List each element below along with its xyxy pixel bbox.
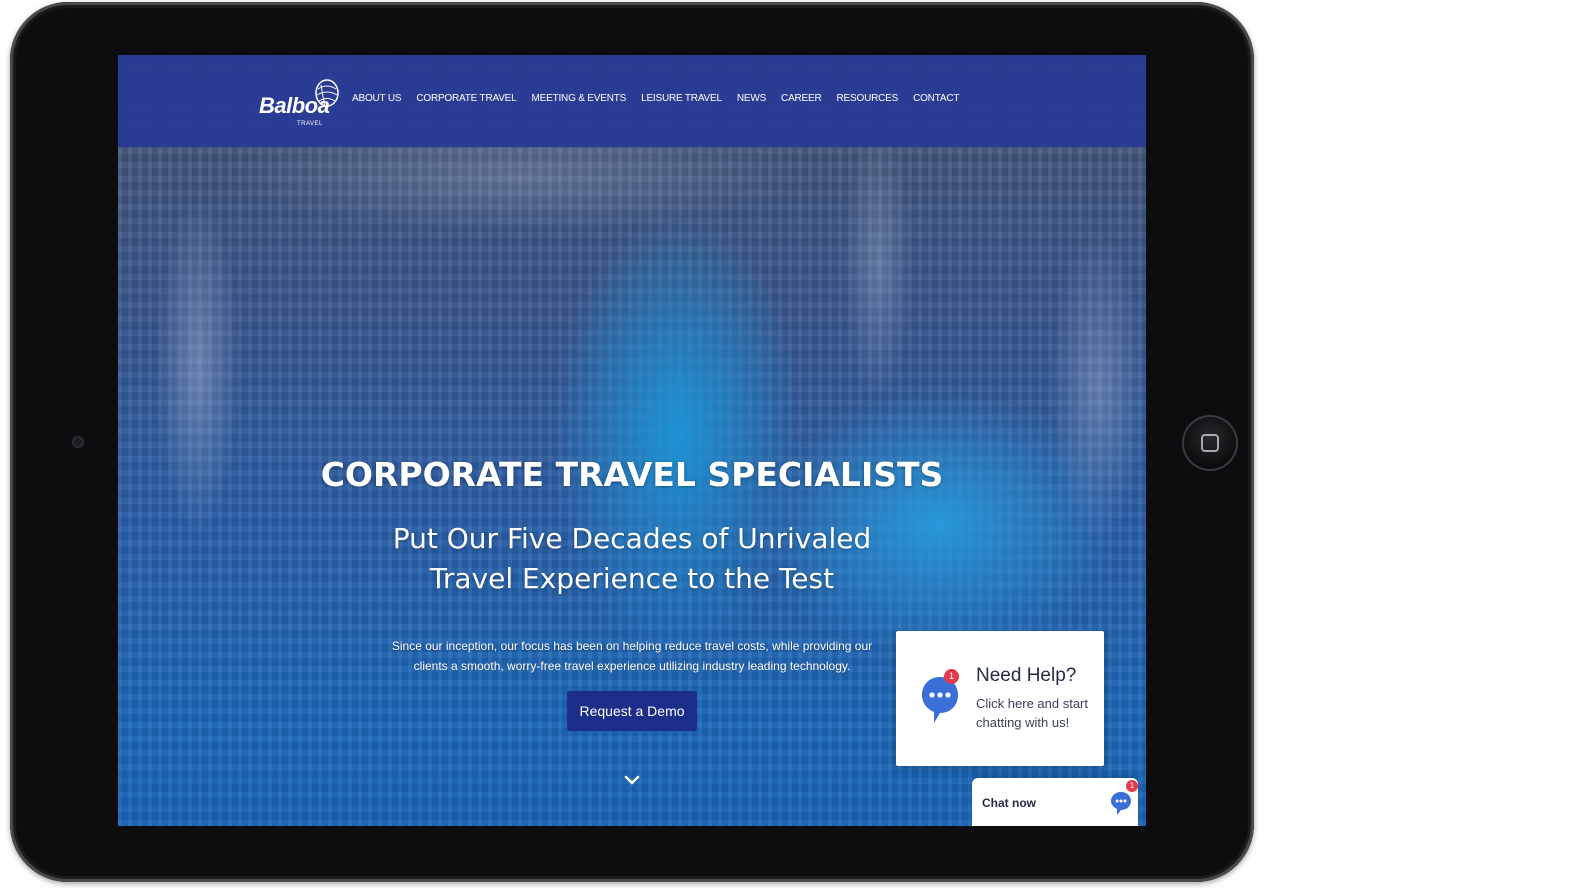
chevron-down-icon[interactable]: [622, 772, 642, 788]
request-demo-button[interactable]: Request a Demo: [567, 691, 697, 731]
help-title: Need Help?: [976, 665, 1077, 686]
nav-item-resources[interactable]: RESOURCES: [837, 93, 899, 104]
home-square-icon: [1201, 434, 1219, 452]
nav-item-contact[interactable]: CONTACT: [913, 93, 959, 104]
nav-item-meeting-events[interactable]: MEETING & EVENTS: [532, 93, 627, 104]
nav-item-news[interactable]: NEWS: [737, 93, 766, 104]
website-screen: Balboa TRAVEL ABOUT US CORPORATE TRAVEL …: [118, 55, 1146, 826]
camera-icon: [72, 436, 84, 448]
hero-subtitle: Put Our Five Decades of Unrivaled Travel…: [392, 522, 872, 595]
help-text: Click here and start chatting with us!: [976, 696, 1088, 730]
chat-notification-badge: 1: [1126, 780, 1138, 792]
tablet-frame: Balboa TRAVEL ABOUT US CORPORATE TRAVEL …: [10, 2, 1254, 882]
nav-item-leisure-travel[interactable]: LEISURE TRAVEL: [641, 93, 722, 104]
chat-now-label: Chat now: [982, 796, 1036, 810]
hero-body-text: Since our inception, our focus has been …: [391, 639, 873, 673]
chat-icon: [1111, 792, 1131, 815]
top-navigation: Balboa TRAVEL ABOUT US CORPORATE TRAVEL …: [118, 55, 1146, 147]
notification-badge: 1: [944, 669, 959, 684]
brand-tagline: TRAVEL: [297, 121, 323, 127]
nav-item-about-us[interactable]: ABOUT US: [352, 93, 402, 104]
need-help-card[interactable]: 1 Need Help? Click here and start chatti…: [896, 631, 1104, 766]
nav-item-corporate-travel[interactable]: CORPORATE TRAVEL: [416, 93, 516, 104]
chat-now-bar[interactable]: Chat now 1: [972, 778, 1138, 826]
brand-logo[interactable]: Balboa TRAVEL: [259, 79, 344, 131]
brand-name: Balboa: [259, 93, 330, 118]
hero-title: CORPORATE TRAVEL SPECIALISTS: [320, 455, 944, 494]
nav-item-career[interactable]: CAREER: [781, 93, 822, 104]
main-menu: ABOUT US CORPORATE TRAVEL MEETING & EVEN…: [352, 93, 959, 104]
